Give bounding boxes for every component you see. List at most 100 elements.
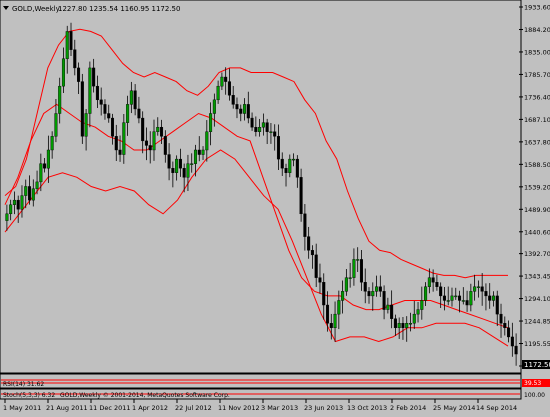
candle-bull	[31, 188, 35, 201]
candle-bear	[73, 49, 77, 69]
candle-bear	[182, 168, 186, 178]
candle-bull	[412, 313, 416, 324]
price-tick-label: 1539.20	[524, 183, 550, 191]
candle-bull	[39, 163, 43, 183]
candle-bear	[133, 90, 137, 110]
candle-bear	[144, 140, 148, 146]
price-tick-label: 1736.40	[524, 93, 550, 101]
candle-bear	[431, 277, 435, 283]
chart-header: GOLD,Weekly 1227.80 1235.54 1160.95 1172…	[3, 5, 180, 13]
rsi-value-tag: 39.53	[522, 379, 550, 387]
time-tick-label: 25 May 2014	[433, 404, 475, 412]
candle-bear	[254, 126, 258, 132]
candle-bear	[329, 323, 333, 329]
candle-bear	[284, 168, 288, 173]
indicator-2-label: Stoch(5,3,3) 6.32	[3, 392, 55, 399]
chart-canvas[interactable]: 1933.60 1884.20 1835.00 1785.70 1736.40 1687.…	[0, 0, 550, 413]
time-tick-label: 23 Jun 2013	[304, 404, 343, 412]
time-tick-label: 3 Mar 2013	[261, 404, 298, 412]
candle-bear	[435, 282, 439, 287]
time-tick-label: 1 May 2011	[3, 404, 41, 412]
candle-bull	[175, 158, 179, 173]
current-price-tag: 1172.50	[522, 360, 550, 369]
candle-bull	[261, 122, 265, 128]
candle-bear	[314, 254, 318, 278]
candle-bear	[43, 163, 47, 169]
candle-bear	[390, 304, 394, 319]
candle-bear	[178, 158, 182, 169]
candle-bull	[122, 122, 126, 155]
candle-bull	[205, 131, 209, 151]
candle-bull	[397, 323, 401, 329]
stoch-value-label: 100.00	[524, 392, 545, 399]
candle-bear	[114, 136, 118, 151]
symbol-title: GOLD,Weekly	[12, 5, 60, 13]
price-tick-label: 1489.90	[524, 206, 550, 214]
time-tick-label: 2 Feb 2014	[390, 404, 426, 412]
candle-bear	[382, 291, 386, 310]
candle-bear	[27, 186, 32, 201]
candle-bear	[359, 259, 363, 283]
candle-bull	[371, 291, 375, 297]
candle-bull	[58, 85, 62, 114]
indicator-1-label: RSI(14) 31.62	[3, 381, 44, 388]
candle-bear	[224, 76, 228, 82]
candle-bull	[84, 113, 88, 137]
price-tick-label: 1588.50	[524, 161, 550, 169]
price-tick-label: 1392.70	[524, 250, 550, 258]
time-tick-label: 22 Jul 2012	[175, 404, 212, 412]
price-tick-label: 1835.00	[524, 48, 550, 56]
price-axis: 1933.60 1884.20 1835.00 1785.70 1736.40 1687.…	[519, 4, 550, 371]
candle-bear	[510, 336, 514, 347]
candle-bear	[16, 199, 20, 210]
candle-bear	[307, 236, 311, 251]
candle-bull	[337, 300, 341, 315]
candle-bull	[190, 163, 194, 165]
candle-bear	[507, 327, 511, 338]
candle-bear	[163, 136, 167, 155]
candle-bear	[160, 126, 164, 137]
candle-bull	[348, 277, 352, 279]
candle-bear	[118, 149, 122, 155]
candle-bear	[92, 67, 96, 87]
candle-bear	[299, 177, 303, 215]
candle-bear	[95, 85, 99, 101]
candle-bear	[273, 131, 277, 137]
candle-bear	[276, 136, 280, 160]
candle-bear	[367, 291, 371, 297]
current-price-label: 1172.50	[524, 361, 550, 369]
time-tick-label: 11 Dec 2011	[89, 404, 131, 412]
candle-bear	[171, 168, 175, 173]
candle-bull	[450, 295, 454, 301]
price-tick-label: 1294.10	[524, 295, 550, 303]
candle-bear	[250, 117, 254, 128]
main-plot-area[interactable]	[0, 0, 522, 374]
candle-bear	[393, 318, 397, 329]
candle-bull	[473, 286, 477, 292]
candle-bull	[469, 291, 473, 306]
candle-bull	[186, 163, 190, 178]
candle-bear	[107, 113, 111, 119]
candle-bear	[303, 213, 307, 237]
candle-bull	[201, 149, 205, 155]
candle-bull	[193, 149, 198, 164]
candle-bear	[465, 300, 469, 306]
candle-bull	[126, 104, 130, 123]
candle-bear	[239, 108, 243, 114]
candle-bear	[141, 117, 145, 142]
candle-bull	[352, 259, 356, 278]
indicator-panel-1[interactable]	[0, 373, 522, 389]
candle-bull	[20, 195, 24, 210]
candle-bear	[378, 286, 382, 292]
candle-bear	[401, 323, 405, 329]
time-tick-label: 13 Oct 2013	[347, 404, 387, 412]
time-tick-label: 21 Aug 2011	[46, 404, 88, 412]
candle-bull	[50, 136, 54, 151]
candle-bear	[442, 295, 446, 301]
candle-bear	[99, 99, 103, 105]
candle-bull	[9, 204, 13, 215]
candle-bear	[231, 95, 235, 105]
candle-bear	[103, 104, 107, 114]
candle-bull	[476, 286, 480, 288]
candle-bull	[243, 104, 247, 114]
